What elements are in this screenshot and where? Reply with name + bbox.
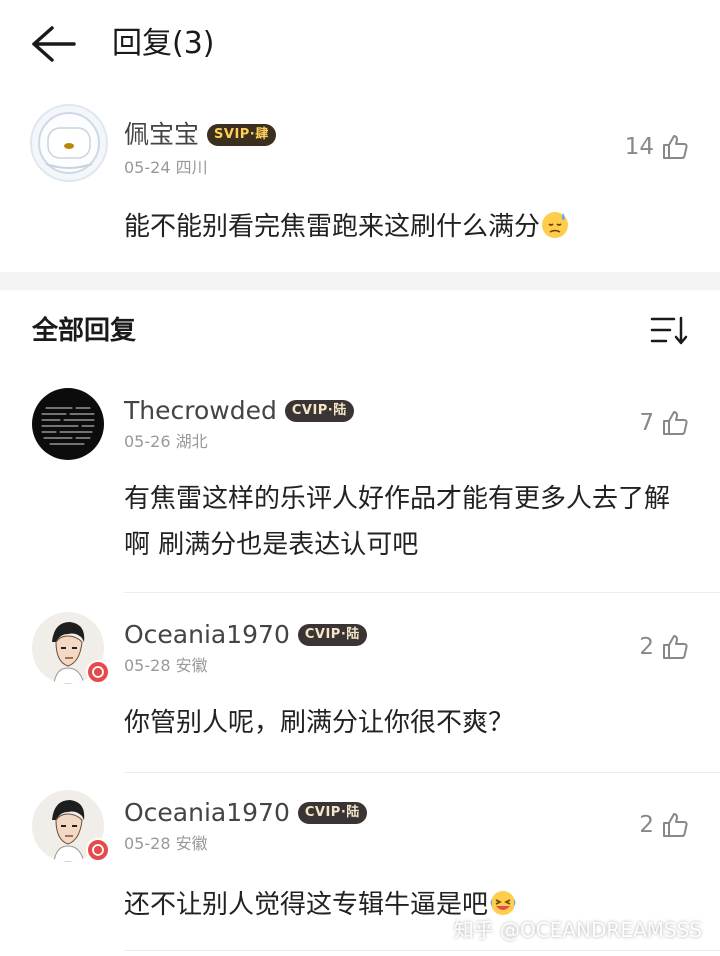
- thumbs-up-icon: [663, 135, 688, 159]
- like-count: 2: [639, 812, 654, 838]
- back-arrow-icon: [32, 26, 76, 62]
- username[interactable]: Oceania1970: [124, 798, 290, 828]
- like-button[interactable]: 7: [600, 406, 690, 440]
- reply-date: 05-26: [124, 432, 171, 451]
- avatar[interactable]: [30, 104, 108, 182]
- watermark: 知乎 @OCEANDREAMSSS: [453, 918, 702, 942]
- reply-location: 安徽: [175, 656, 208, 675]
- username-row: Oceania1970 CVIP·陆: [124, 620, 367, 650]
- reply-date: 05-28: [124, 656, 171, 675]
- vip-badge[interactable]: CVIP·陆: [297, 802, 367, 824]
- like-button[interactable]: 2: [600, 808, 690, 842]
- like-count: 7: [639, 410, 654, 436]
- username[interactable]: Thecrowded: [124, 396, 277, 426]
- divider: [124, 950, 720, 951]
- thumbs-up-icon: [663, 635, 688, 659]
- username-row: 佩宝宝 SVIP·肆: [124, 120, 276, 150]
- back-button[interactable]: [28, 24, 80, 64]
- username-row: Oceania1970 CVIP·陆: [124, 798, 367, 828]
- reply-text: 你管别人呢，刷满分让你很不爽？: [124, 708, 515, 738]
- vip-badge[interactable]: SVIP·肆: [207, 124, 276, 146]
- username[interactable]: 佩宝宝: [124, 120, 199, 150]
- reply-text: 有焦雷这样的乐评人好作品才能有更多人去了解啊 刷满分也是表达认可吧: [124, 484, 671, 560]
- username-row: Thecrowded CVIP·陆: [124, 396, 354, 426]
- vip-badge[interactable]: CVIP·陆: [297, 624, 367, 646]
- section-gap: [0, 272, 720, 290]
- comment-meta: 05-24 四川: [124, 158, 208, 178]
- divider: [124, 772, 720, 773]
- reply-meta: 05-26 湖北: [124, 432, 208, 452]
- thumbs-up-icon: [663, 411, 688, 435]
- music-badge-icon: [86, 660, 110, 684]
- like-count: 2: [639, 634, 654, 660]
- reply-meta: 05-28 安徽: [124, 656, 208, 676]
- music-badge-icon: [86, 838, 110, 862]
- username[interactable]: Oceania1970: [124, 620, 290, 650]
- like-button[interactable]: 14: [600, 130, 690, 164]
- handwritten-note-avatar-icon: [41, 407, 95, 445]
- cold-sweat-emoji-icon: [542, 212, 569, 238]
- laughing-tears-emoji-icon: [490, 891, 516, 915]
- vip-badge[interactable]: CVIP·陆: [284, 400, 354, 422]
- page-title: 回复(3): [112, 26, 215, 61]
- section-title: 全部回复: [32, 316, 137, 346]
- astronaut-helmet-avatar-icon: [38, 112, 100, 174]
- comment-text: 能不能别看完焦雷跑来这刷什么满分: [124, 204, 684, 250]
- reply-location: 安徽: [175, 834, 208, 853]
- thumbs-up-icon: [663, 813, 688, 837]
- sort-button[interactable]: [648, 312, 690, 350]
- reply-meta: 05-28 安徽: [124, 834, 208, 854]
- avatar[interactable]: [32, 388, 104, 460]
- divider: [124, 592, 720, 593]
- comment-location: 四川: [175, 158, 208, 177]
- reply-date: 05-28: [124, 834, 171, 853]
- like-button[interactable]: 2: [600, 630, 690, 664]
- like-count: 14: [624, 134, 654, 160]
- sort-icon: [650, 316, 688, 345]
- reply-location: 湖北: [175, 432, 208, 451]
- comment-date: 05-24: [124, 158, 171, 177]
